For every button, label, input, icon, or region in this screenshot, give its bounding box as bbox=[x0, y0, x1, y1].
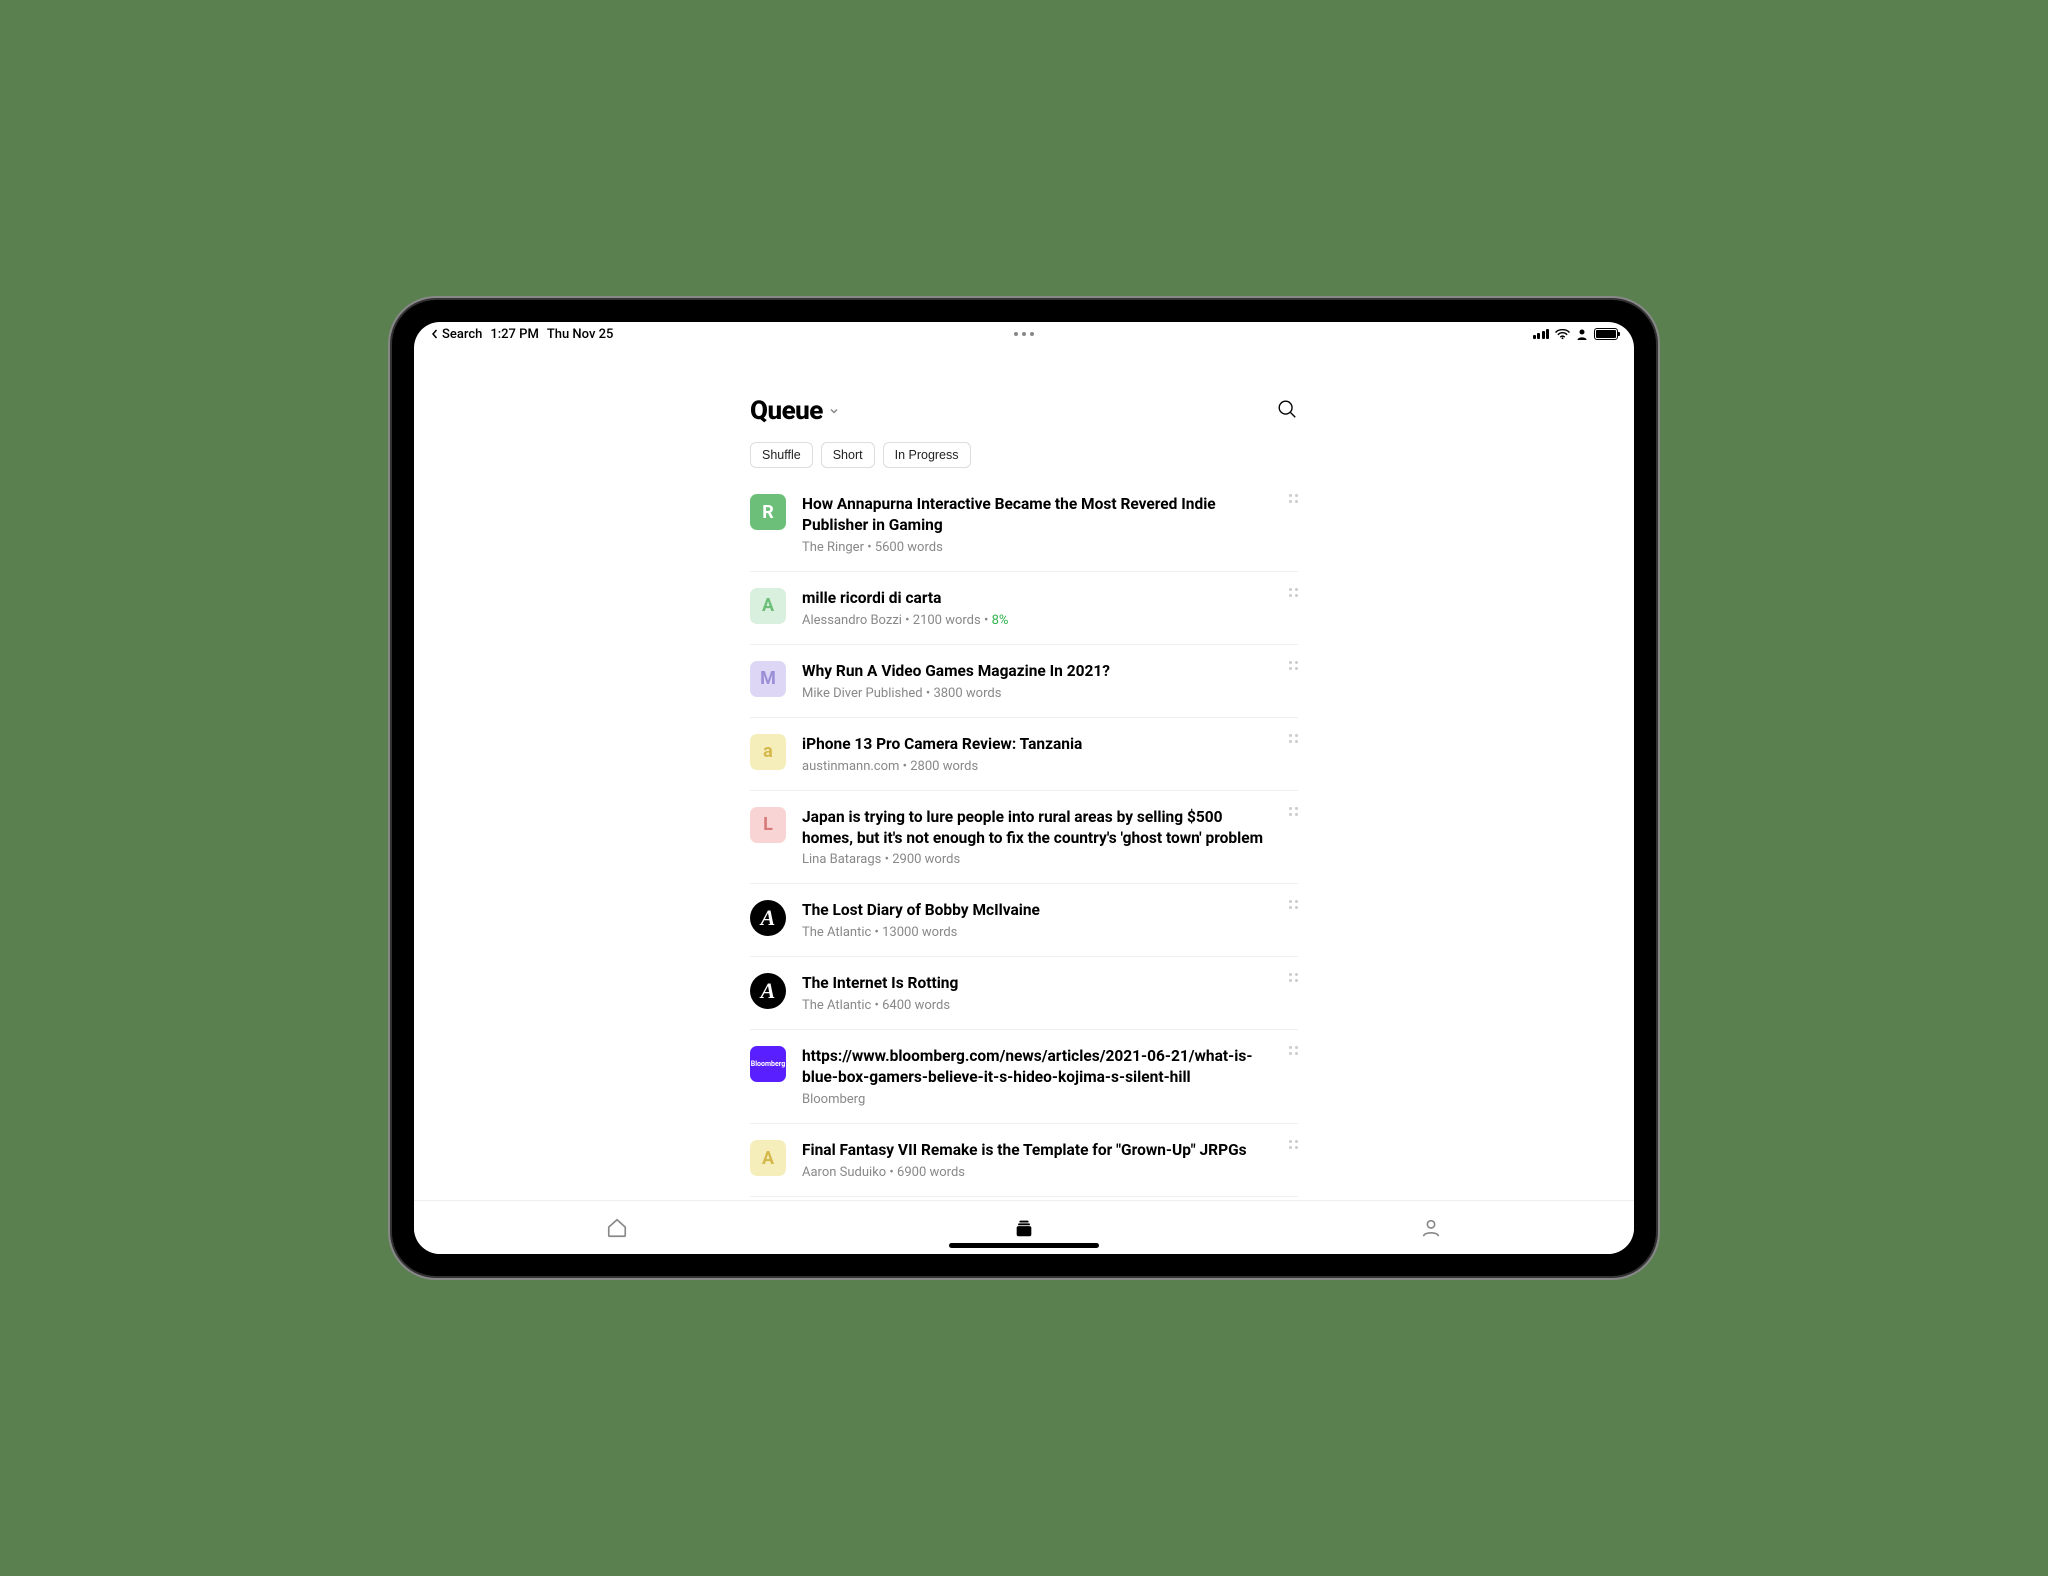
ipad-frame: Search 1:27 PM Thu Nov 25 bbox=[392, 300, 1656, 1276]
source-icon-letter: A bbox=[750, 1140, 786, 1176]
status-bar: Search 1:27 PM Thu Nov 25 bbox=[414, 322, 1634, 346]
battery-icon bbox=[1594, 328, 1618, 340]
article-body: iPhone 13 Pro Camera Review: Tanzania aus… bbox=[802, 734, 1298, 774]
drag-handle-icon[interactable] bbox=[1289, 494, 1298, 503]
article-body: The Internet Is Rotting The Atlantic • 64… bbox=[802, 973, 1298, 1013]
article-body: The Lost Diary of Bobby McIlvaine The Atl… bbox=[802, 900, 1298, 940]
article-item[interactable]: A The Internet Is Rotting The Atlantic • 6… bbox=[750, 957, 1298, 1030]
article-meta: Alessandro Bozzi • 2100 words • 8% bbox=[802, 613, 1268, 628]
drag-handle-icon[interactable] bbox=[1289, 973, 1298, 982]
back-to-search[interactable]: Search bbox=[430, 327, 482, 342]
article-item[interactable]: A Final Fantasy VII Remake is the Templat… bbox=[750, 1124, 1298, 1197]
source-icon-atlantic: A bbox=[750, 973, 786, 1009]
source-icon-letter: A bbox=[750, 588, 786, 624]
chevron-down-icon bbox=[829, 406, 839, 416]
tab-queue[interactable] bbox=[821, 1217, 1228, 1239]
article-title: How Annapurna Interactive Became the Mos… bbox=[802, 494, 1268, 536]
queue-title-dropdown[interactable]: Queue bbox=[750, 396, 839, 426]
screen: Search 1:27 PM Thu Nov 25 bbox=[414, 322, 1634, 1254]
article-meta: austinmann.com • 2800 words bbox=[802, 759, 1268, 774]
article-body: Final Fantasy VII Remake is the Template… bbox=[802, 1140, 1298, 1180]
article-progress: 8% bbox=[992, 613, 1009, 628]
page-title: Queue bbox=[750, 396, 823, 426]
source-icon-letter: L bbox=[750, 807, 786, 843]
cellular-signal-icon bbox=[1533, 329, 1550, 339]
home-icon bbox=[606, 1217, 628, 1239]
article-title: iPhone 13 Pro Camera Review: Tanzania bbox=[802, 734, 1268, 755]
queue-icon bbox=[1013, 1217, 1035, 1239]
article-item[interactable]: Amille ricordi di carta Alessandro Bozzi … bbox=[750, 572, 1298, 645]
article-item[interactable]: M Why Run A Video Games Magazine In 2021?… bbox=[750, 645, 1298, 718]
article-meta: Mike Diver Published • 3800 words bbox=[802, 686, 1268, 701]
drag-handle-icon[interactable] bbox=[1289, 734, 1298, 743]
tab-home[interactable] bbox=[414, 1217, 821, 1239]
drag-handle-icon[interactable] bbox=[1289, 1140, 1298, 1149]
back-label: Search bbox=[442, 327, 482, 342]
drag-handle-icon[interactable] bbox=[1289, 807, 1298, 816]
article-meta: The Atlantic • 6400 words bbox=[802, 998, 1268, 1013]
article-title: mille ricordi di carta bbox=[802, 588, 1268, 609]
article-meta: Aaron Suduiko • 6900 words bbox=[802, 1165, 1268, 1180]
article-item[interactable]: R How Annapurna Interactive Became the Mo… bbox=[750, 494, 1298, 572]
drag-handle-icon[interactable] bbox=[1289, 588, 1298, 597]
wifi-icon bbox=[1555, 328, 1570, 340]
article-title: https://www.bloomberg.com/news/articles/… bbox=[802, 1046, 1268, 1088]
source-icon-bloomberg: Bloomberg bbox=[750, 1046, 786, 1082]
status-left: Search 1:27 PM Thu Nov 25 bbox=[430, 327, 613, 342]
header-row: Queue bbox=[750, 396, 1298, 426]
person-icon bbox=[1576, 328, 1588, 340]
article-title: Final Fantasy VII Remake is the Template… bbox=[802, 1140, 1268, 1161]
source-icon-letter: R bbox=[750, 494, 786, 530]
content-area: Queue Shuffle Short In Progress R How Ann… bbox=[414, 346, 1634, 1200]
article-body: Why Run A Video Games Magazine In 2021? M… bbox=[802, 661, 1298, 701]
article-list: R How Annapurna Interactive Became the Mo… bbox=[750, 494, 1298, 1197]
article-body: mille ricordi di carta Alessandro Bozzi •… bbox=[802, 588, 1298, 628]
drag-handle-icon[interactable] bbox=[1289, 1046, 1298, 1055]
profile-icon bbox=[1420, 1217, 1442, 1239]
status-time: 1:27 PM bbox=[490, 327, 539, 342]
filter-shuffle[interactable]: Shuffle bbox=[750, 442, 813, 468]
filter-row: Shuffle Short In Progress bbox=[750, 442, 1298, 468]
article-meta: Lina Batarags • 2900 words bbox=[802, 852, 1268, 867]
article-title: The Internet Is Rotting bbox=[802, 973, 1268, 994]
article-meta: Bloomberg bbox=[802, 1092, 1268, 1107]
filter-short[interactable]: Short bbox=[821, 442, 875, 468]
filter-in-progress[interactable]: In Progress bbox=[883, 442, 971, 468]
article-item[interactable]: a iPhone 13 Pro Camera Review: Tanzania au… bbox=[750, 718, 1298, 791]
content-inner: Queue Shuffle Short In Progress R How Ann… bbox=[750, 346, 1298, 1200]
article-item[interactable]: A The Lost Diary of Bobby McIlvaine The At… bbox=[750, 884, 1298, 957]
search-button[interactable] bbox=[1276, 398, 1298, 424]
home-indicator[interactable] bbox=[949, 1243, 1099, 1248]
drag-handle-icon[interactable] bbox=[1289, 661, 1298, 670]
article-body: https://www.bloomberg.com/news/articles/… bbox=[802, 1046, 1298, 1107]
tab-profile[interactable] bbox=[1227, 1217, 1634, 1239]
multitask-dots[interactable] bbox=[1014, 332, 1034, 336]
article-body: Japan is trying to lure people into rura… bbox=[802, 807, 1298, 868]
source-icon-letter: M bbox=[750, 661, 786, 697]
status-date: Thu Nov 25 bbox=[547, 327, 614, 342]
tab-bar bbox=[414, 1200, 1634, 1254]
status-right bbox=[1533, 328, 1619, 340]
article-title: Japan is trying to lure people into rura… bbox=[802, 807, 1268, 849]
article-meta: The Atlantic • 13000 words bbox=[802, 925, 1268, 940]
source-icon-atlantic: A bbox=[750, 900, 786, 936]
article-title: Why Run A Video Games Magazine In 2021? bbox=[802, 661, 1268, 682]
article-title: The Lost Diary of Bobby McIlvaine bbox=[802, 900, 1268, 921]
source-icon-letter: a bbox=[750, 734, 786, 770]
article-item[interactable]: L Japan is trying to lure people into rur… bbox=[750, 791, 1298, 885]
article-body: How Annapurna Interactive Became the Mos… bbox=[802, 494, 1298, 555]
article-meta: The Ringer • 5600 words bbox=[802, 540, 1268, 555]
search-icon bbox=[1276, 398, 1298, 420]
article-item[interactable]: Bloomberg https://www.bloomberg.com/news/… bbox=[750, 1030, 1298, 1124]
drag-handle-icon[interactable] bbox=[1289, 900, 1298, 909]
chevron-left-icon bbox=[430, 329, 440, 339]
